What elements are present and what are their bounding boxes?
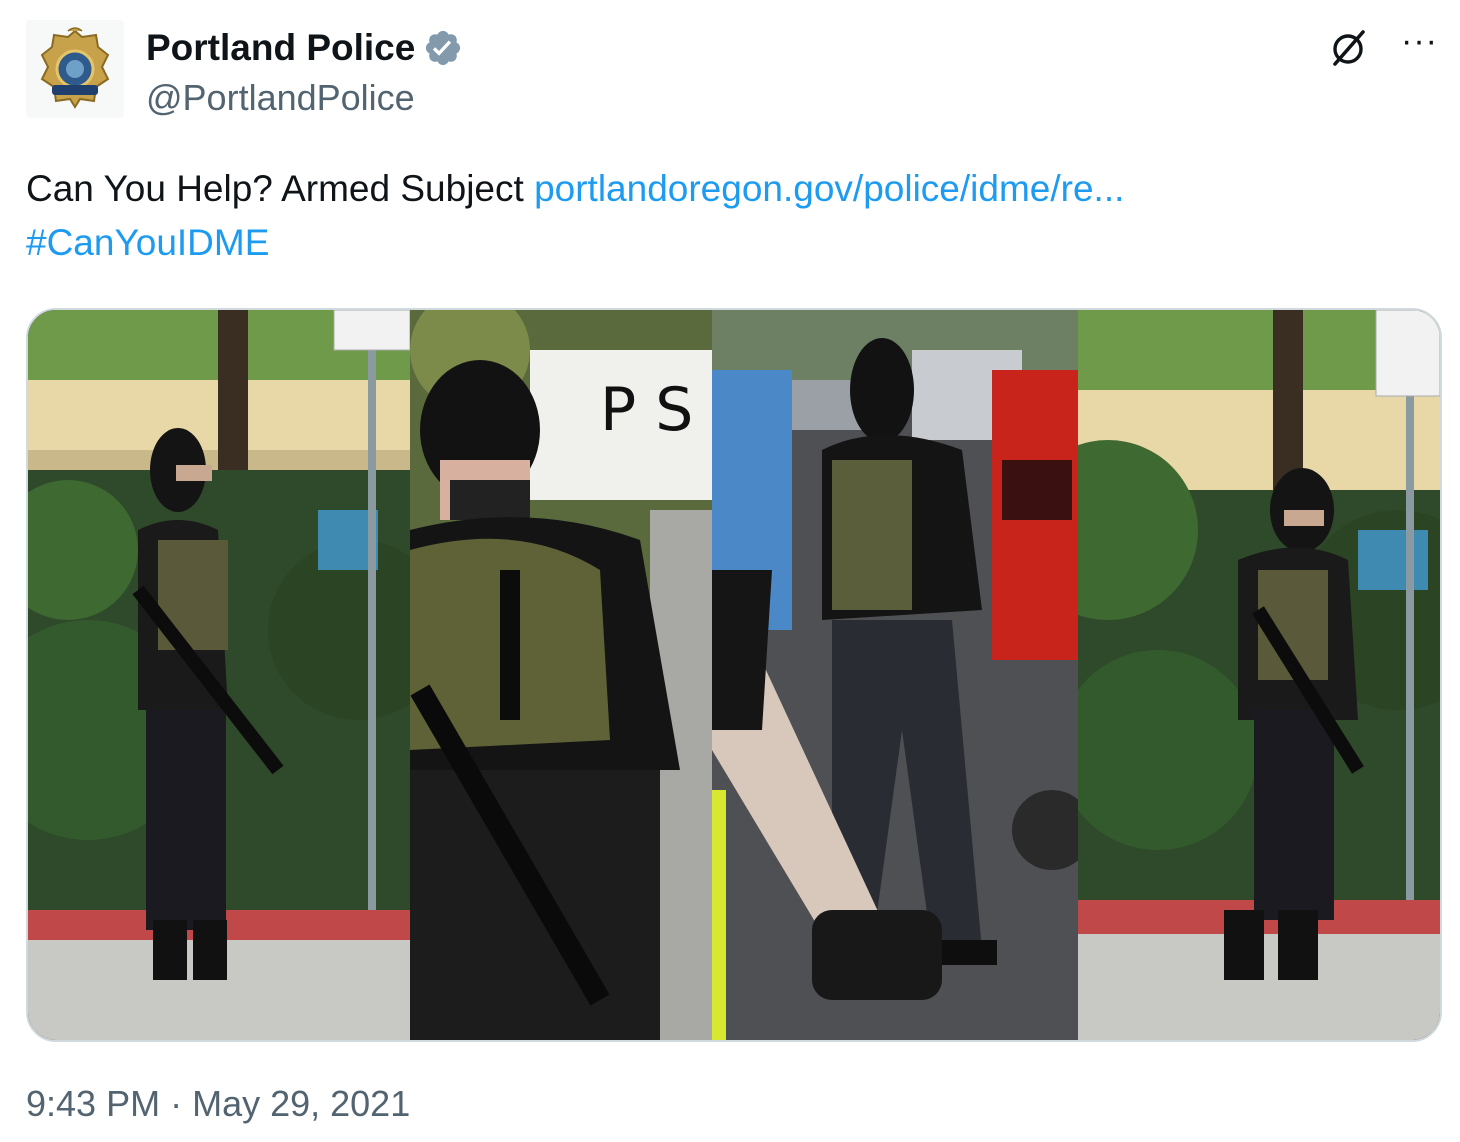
svg-text:P S: P S [600, 375, 693, 445]
photo-3-image [712, 310, 1078, 1040]
verified-badge-icon [426, 30, 461, 66]
photo-1[interactable] [28, 310, 410, 1040]
police-badge-icon [40, 27, 110, 109]
tweet-timestamp: 9:43 PM · May 29, 2021 [26, 1080, 410, 1128]
avatar[interactable] [26, 20, 124, 118]
tweet-link[interactable]: portlandoregon.gov/police/idme/re... [534, 168, 1124, 209]
photo-2[interactable]: P S [410, 310, 712, 1040]
more-icon[interactable]: ··· [1401, 24, 1438, 70]
photo-3[interactable] [712, 310, 1078, 1040]
photo-4-image [1078, 310, 1440, 1040]
author-handle[interactable]: @PortlandPolice [146, 76, 463, 120]
grok-icon[interactable] [1327, 26, 1371, 70]
photo-4[interactable] [1078, 310, 1440, 1040]
media-grid: P S [26, 308, 1442, 1042]
tweet-hashtag[interactable]: #CanYouIDME [26, 222, 269, 263]
tweet-body: Can You Help? Armed Subject [26, 168, 535, 209]
tweet-text: Can You Help? Armed Subject portlandoreg… [26, 162, 1436, 270]
tweet-actions-top: ··· [1327, 24, 1438, 70]
timestamp-separator: · [160, 1083, 193, 1124]
author-display-name[interactable]: Portland Police [146, 26, 415, 70]
tweet-time[interactable]: 9:43 PM [26, 1083, 160, 1124]
tweet-date[interactable]: May 29, 2021 [192, 1083, 410, 1124]
photo-2-image: P S [410, 310, 712, 1040]
photo-1-image [28, 310, 410, 1040]
tweet-author: Portland Police @PortlandPolice [146, 26, 463, 120]
